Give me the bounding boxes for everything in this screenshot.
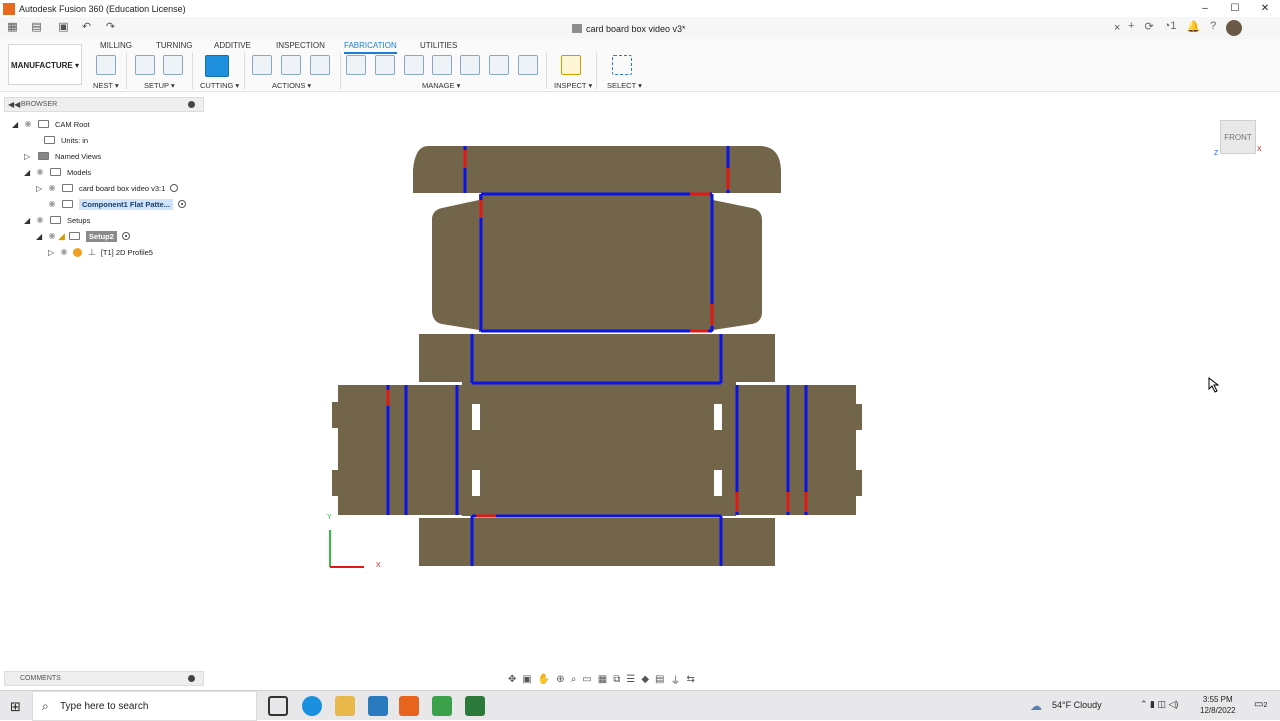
weather-text[interactable]: 54°F Cloudy <box>1052 700 1102 710</box>
viewcube[interactable]: FRONT <box>1220 120 1256 154</box>
file-explorer-icon[interactable] <box>335 696 355 716</box>
right-tab-bottom <box>854 470 862 496</box>
taskbar-clock[interactable]: 3:55 PM 12/8/2022 <box>1200 694 1236 716</box>
notification-center-icon[interactable]: ▭2 <box>1254 699 1267 710</box>
left-tab-top <box>332 402 340 428</box>
clock-time: 3:55 PM <box>1202 695 1233 704</box>
pan-icon[interactable]: ✋ <box>538 674 550 685</box>
navigation-bar: ✥ ▣ ✋ ⊕ ⌕ ▭ ▦ ⧉ ☰ ◆ ▤ ⏚ ⇆ <box>508 671 770 687</box>
canvas-viewport[interactable] <box>0 0 1280 720</box>
comments-panel[interactable]: COMMENTS <box>4 671 204 686</box>
slot <box>714 470 722 496</box>
orbit-icon[interactable]: ✥ <box>508 674 516 685</box>
camtasia-recorder-icon[interactable] <box>465 696 485 716</box>
viewcube-face-label: FRONT <box>1224 133 1252 142</box>
side-strip-right <box>736 385 856 515</box>
viewcube-z-label: Z <box>1214 150 1219 157</box>
cloud-icon: ☁ <box>1030 699 1042 713</box>
slot <box>472 470 480 496</box>
back-panel <box>432 200 479 330</box>
top-lid-flap <box>413 146 781 193</box>
slot <box>472 404 480 430</box>
search-icon: ⌕ <box>42 699 49 713</box>
pin-icon[interactable] <box>188 675 195 682</box>
toolpath-display-icon[interactable]: ▤ <box>655 674 664 685</box>
camtasia-icon[interactable] <box>432 696 452 716</box>
viewcube-x-label: X <box>1257 146 1262 153</box>
viewports-icon[interactable]: ⧉ <box>613 674 620 685</box>
taskbar-search[interactable]: ⌕ Type here to search <box>32 691 257 721</box>
zoom-icon[interactable]: ⊕ <box>556 674 564 685</box>
windows-taskbar: ⊞ ⌕ Type here to search ☁ 54°F Cloudy ⌃ … <box>0 690 1280 721</box>
filter-icon[interactable]: ⏚ <box>670 672 680 687</box>
windows-start-icon[interactable]: ⊞ <box>10 699 21 715</box>
axis-triad <box>329 530 364 568</box>
task-view-icon[interactable] <box>268 696 288 716</box>
store-icon[interactable] <box>368 696 388 716</box>
back-panel-right <box>713 200 762 330</box>
system-tray-icons[interactable]: ⌃ ▮ ◫ ◁) <box>1140 699 1178 710</box>
grid-settings-icon[interactable]: ▦ <box>598 674 607 685</box>
edge-icon[interactable] <box>302 696 322 716</box>
tool-display-icon[interactable]: ◆ <box>641 674 649 685</box>
slot <box>714 404 722 430</box>
x-axis-label: X <box>376 562 381 569</box>
left-tab-bottom <box>332 470 340 496</box>
back-panel-center <box>479 194 713 332</box>
stock-display-icon[interactable]: ☰ <box>626 674 635 685</box>
side-strip-left <box>338 385 462 515</box>
mouse-cursor-icon <box>1208 377 1220 393</box>
simulation-icon[interactable]: ⇆ <box>686 674 694 685</box>
look-at-icon[interactable]: ▣ <box>522 674 531 685</box>
search-placeholder: Type here to search <box>60 701 149 712</box>
y-axis-label: Y <box>327 514 332 521</box>
main-panel <box>462 382 736 516</box>
clock-date: 12/8/2022 <box>1200 706 1236 715</box>
zoom-window-icon[interactable]: ⌕ <box>571 674 577 685</box>
right-tab-top <box>854 404 862 430</box>
fusion360-taskbar-icon[interactable] <box>399 696 419 716</box>
display-settings-icon[interactable]: ▭ <box>582 674 591 685</box>
flat-pattern <box>332 146 862 566</box>
comments-title: COMMENTS <box>20 675 61 682</box>
